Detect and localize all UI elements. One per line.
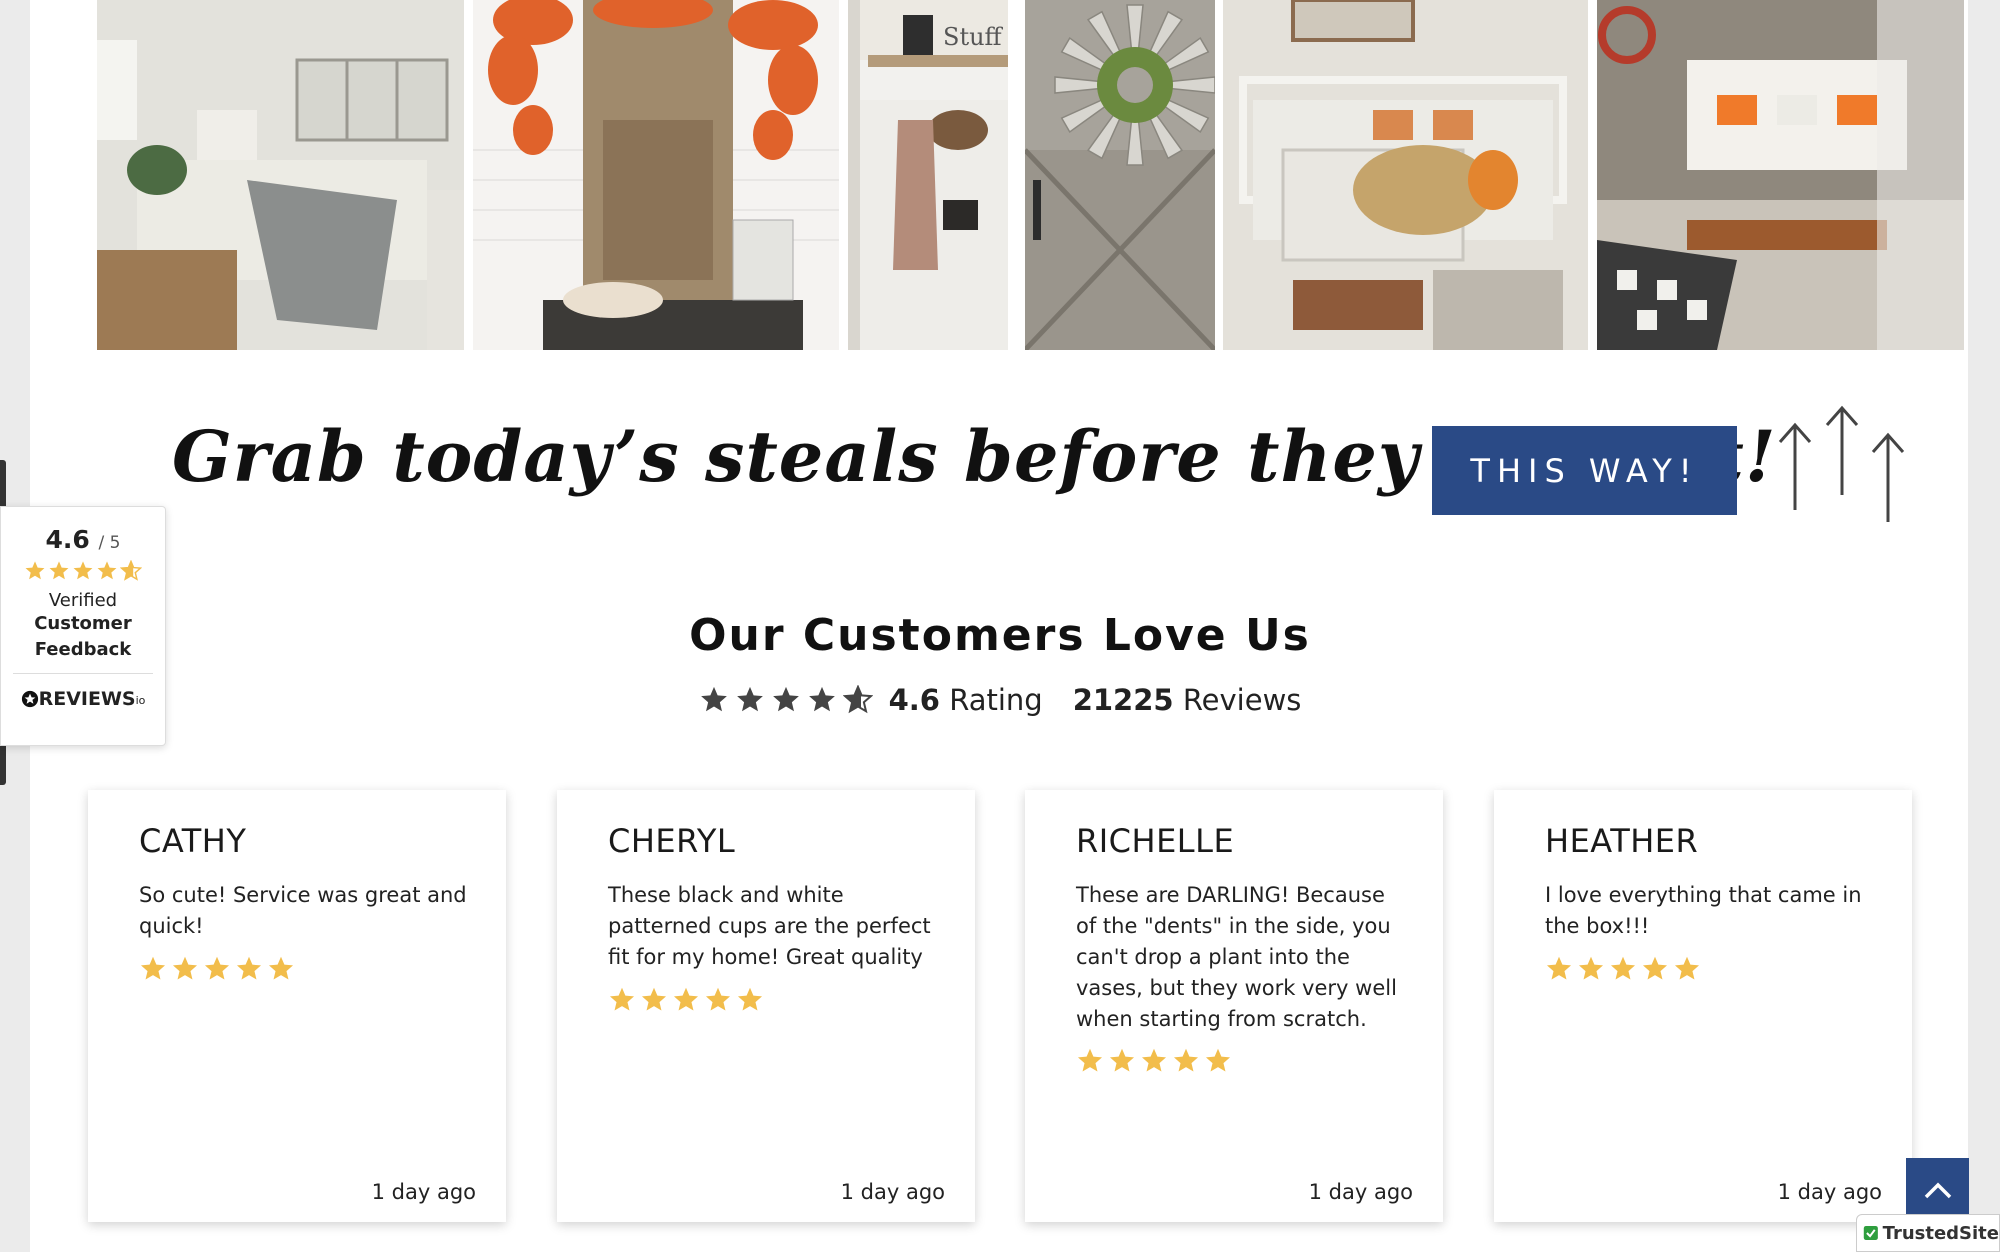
review-count: 21225 — [1072, 683, 1174, 717]
review-text: These are DARLING! Because of the "dents… — [1076, 883, 1397, 1031]
rating-summary: 4.6 Rating 21225 Reviews — [0, 683, 2000, 717]
badge-out-of: / 5 — [98, 533, 121, 553]
star-icon — [1141, 1048, 1167, 1072]
star-icon — [1642, 956, 1668, 980]
star-icon — [1173, 1048, 1199, 1072]
star-icon — [73, 561, 93, 580]
badge-score: 4.6 — [45, 525, 90, 554]
review-card: HEATHER I love everything that came in t… — [1494, 790, 1912, 1222]
reviewer-name: HEATHER — [1545, 822, 1699, 860]
star-icon — [808, 686, 835, 712]
side-tab[interactable] — [0, 740, 6, 785]
review-text: So cute! Service was great and quick! — [139, 883, 467, 938]
star-icon — [1205, 1048, 1231, 1072]
star-icon — [204, 956, 230, 980]
reviews-io-badge[interactable]: 4.6 / 5 Verified Customer Feedback REVIE… — [0, 506, 166, 746]
star-icon — [49, 561, 69, 580]
reviewer-name: RICHELLE — [1076, 822, 1235, 860]
review-date: 1 day ago — [371, 1180, 476, 1204]
gallery-tile-kitchen[interactable] — [473, 0, 839, 350]
review-card: RICHELLE These are DARLING! Because of t… — [1025, 790, 1443, 1222]
reviews-io-brand: REVIEWS — [38, 688, 136, 710]
review-stars — [608, 986, 764, 1014]
star-icon — [140, 956, 166, 980]
gallery-tile-bedroom[interactable] — [97, 0, 464, 350]
star-icon — [1674, 956, 1700, 980]
review-card: CATHY So cute! Service was great and qui… — [88, 790, 506, 1222]
review-stars — [139, 955, 295, 983]
review-count-label: Reviews — [1182, 683, 1302, 717]
star-icon — [673, 987, 699, 1011]
this-way-button[interactable]: THIS WAY! — [1432, 426, 1737, 515]
review-stars — [1545, 955, 1701, 983]
star-icon — [172, 956, 198, 980]
chevron-up-icon — [1924, 1182, 1951, 1198]
gallery-tile-bedroom-basket[interactable] — [1223, 0, 1588, 350]
star-icon — [1109, 1048, 1135, 1072]
star-icon — [1077, 1048, 1103, 1072]
up-arrows-icon — [1778, 405, 1905, 522]
badge-feedback: Feedback — [34, 639, 132, 660]
rating-value: 4.6 — [888, 683, 940, 717]
reviews-io-logo: REVIEWS io — [1, 688, 165, 710]
badge-verified: Verified — [48, 590, 118, 611]
gallery-tile-windmill[interactable] — [1025, 0, 1215, 350]
star-icon — [97, 561, 117, 580]
badge-divider — [13, 673, 153, 674]
star-icon — [1546, 956, 1572, 980]
checkmark-icon — [1863, 1225, 1878, 1241]
gallery-tile-entry-bench[interactable] — [1597, 0, 1964, 350]
gallery-tile-entryway[interactable]: Stuff — [848, 0, 1008, 350]
star-icon — [236, 956, 262, 980]
review-date: 1 day ago — [1308, 1180, 1413, 1204]
star-icon — [842, 685, 873, 714]
review-stars — [1076, 1047, 1232, 1075]
badge-stars — [1, 560, 165, 582]
trustedsite-label: TrustedSite — [1882, 1222, 1999, 1244]
star-icon — [25, 561, 45, 580]
star-icon — [700, 686, 727, 712]
review-date: 1 day ago — [840, 1180, 945, 1204]
svg-text:Stuff: Stuff — [943, 23, 1004, 51]
scroll-to-top-button[interactable] — [1906, 1158, 1969, 1221]
star-icon — [268, 956, 294, 980]
star-icon — [1578, 956, 1604, 980]
star-icon — [705, 987, 731, 1011]
reviewer-name: CHERYL — [608, 822, 736, 860]
star-icon — [120, 560, 142, 581]
review-date: 1 day ago — [1777, 1180, 1882, 1204]
star-icon — [641, 987, 667, 1011]
review-card: CHERYL These black and white patterned c… — [557, 790, 975, 1222]
photo-gallery: Stuff — [97, 0, 1964, 350]
trustedsite-badge[interactable]: TrustedSite — [1856, 1214, 2000, 1252]
reviews-io-suffix: io — [135, 694, 146, 707]
star-icon — [736, 686, 763, 712]
review-text: These black and white patterned cups are… — [608, 883, 931, 969]
reviewer-name: CATHY — [139, 822, 247, 860]
reviews-section-title: Our Customers Love Us — [689, 610, 1311, 661]
star-icon — [1610, 956, 1636, 980]
side-tab[interactable] — [0, 460, 6, 510]
star-icon — [737, 987, 763, 1011]
average-rating-stars — [699, 685, 873, 715]
badge-customer: Customer — [34, 613, 132, 634]
star-icon — [609, 987, 635, 1011]
star-icon — [772, 686, 799, 712]
gallery-next-button[interactable] — [1959, 150, 1964, 190]
reviews-star-icon — [21, 690, 38, 708]
rating-label: Rating — [949, 683, 1043, 717]
review-text: I love everything that came in the box!!… — [1545, 883, 1862, 938]
